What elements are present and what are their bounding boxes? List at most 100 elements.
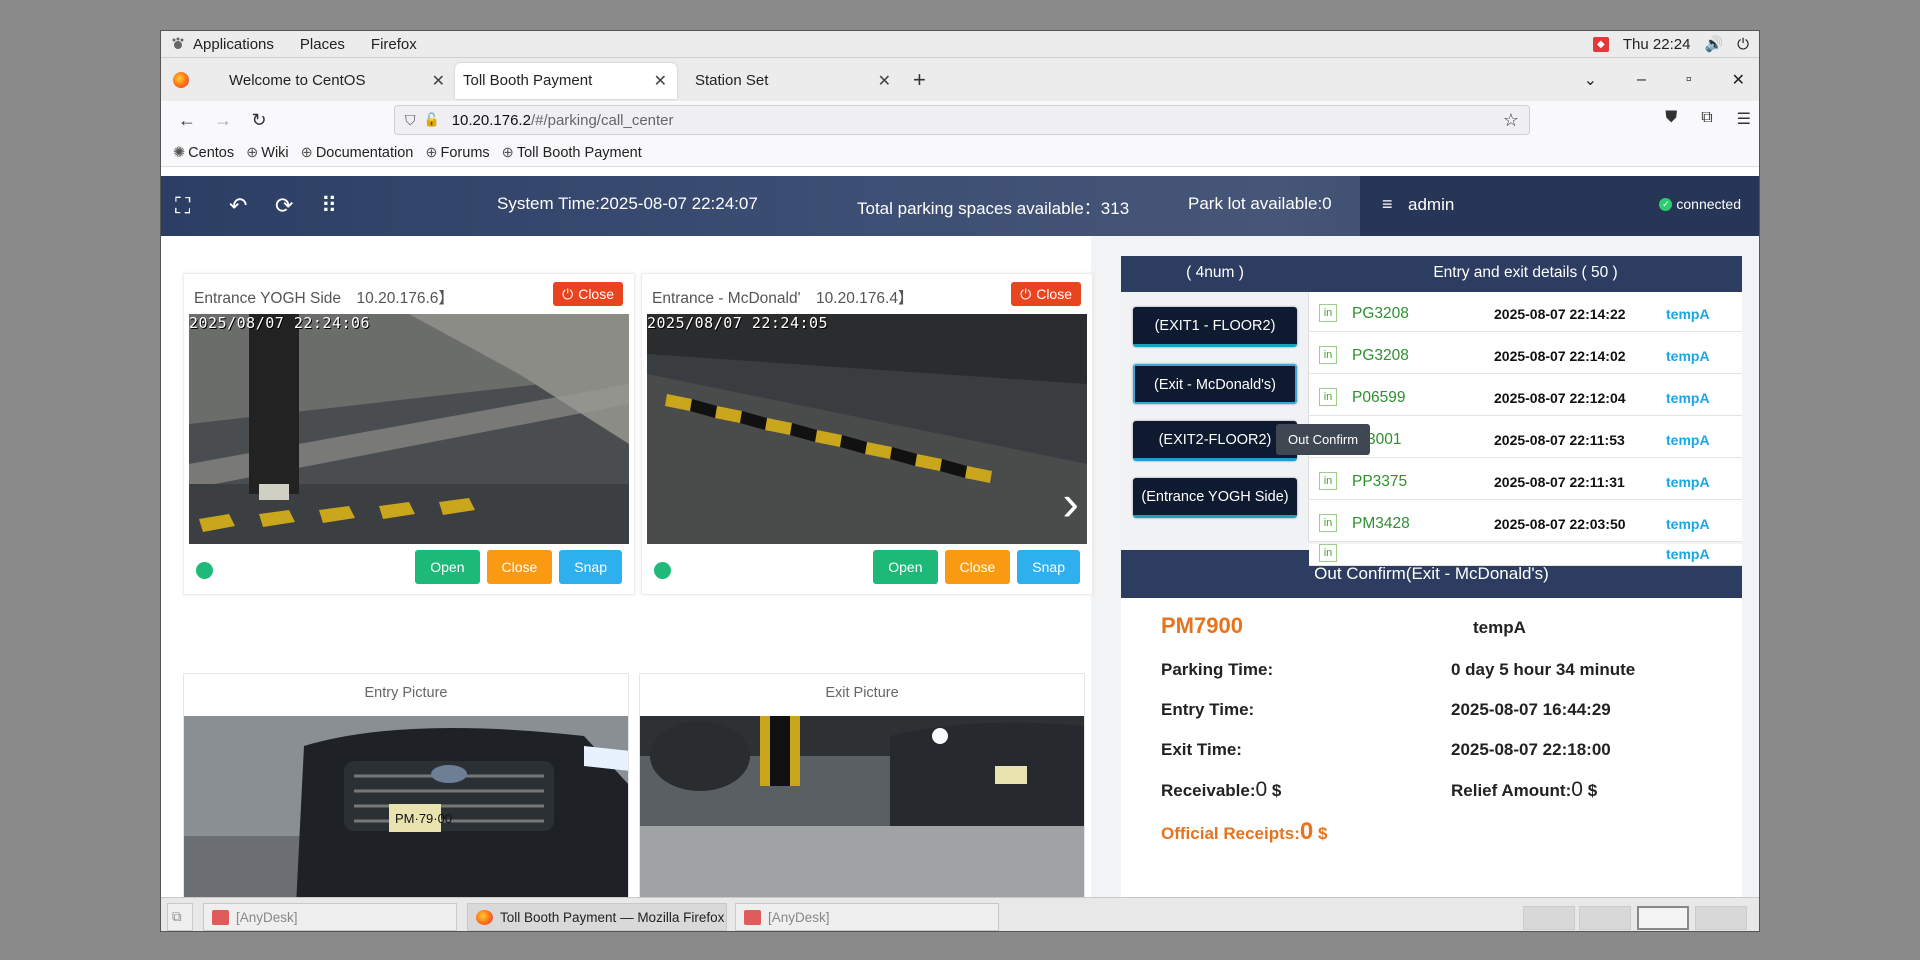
details-row[interactable]: in PG3208 2025-08-07 22:14:22 tempA xyxy=(1309,298,1742,332)
user-menu[interactable]: ≡ admin ✓ connected xyxy=(1360,176,1759,236)
close-window-icon[interactable]: ✕ xyxy=(1732,70,1745,90)
channel-exit1-floor2[interactable]: (EXIT1 - FLOOR2) xyxy=(1133,307,1297,347)
bookmark-centos[interactable]: ✺ Centos xyxy=(173,145,234,161)
details-row-partial[interactable]: in tempA xyxy=(1309,544,1742,566)
check-icon: ✓ xyxy=(1659,197,1673,211)
channel-exit2-floor2[interactable]: (EXIT2-FLOOR2) xyxy=(1133,421,1297,461)
applications-label: Applications xyxy=(193,35,274,53)
undo-icon[interactable]: ↶ xyxy=(229,193,247,219)
url-bar[interactable]: ⛉ 🔓 10.20.176.2/#/parking/call_center ☆ xyxy=(394,105,1530,135)
globe-icon: ⊕ xyxy=(501,144,514,161)
tab-welcome-centos[interactable]: Welcome to CentOS ✕ xyxy=(203,63,455,99)
insecure-lock-icon[interactable]: 🔓 xyxy=(424,112,440,128)
workspace-1[interactable] xyxy=(1523,906,1575,930)
camera-card-yogh: Entrance YOGH Side 10.20.176.6】 ⏻Close xyxy=(183,273,635,595)
clock[interactable]: Thu 22:24 xyxy=(1623,36,1691,53)
minimize-icon[interactable]: – xyxy=(1637,71,1646,89)
bookmark-label: Wiki xyxy=(261,144,289,161)
close-tab-icon[interactable]: ✕ xyxy=(654,71,667,91)
bookmark-forums[interactable]: ⊕ Forums xyxy=(425,145,489,161)
details-row[interactable]: in PG3208 2025-08-07 22:14:02 tempA xyxy=(1309,340,1742,374)
exit-picture-card: Exit Picture xyxy=(639,673,1085,931)
firefox-view-icon[interactable] xyxy=(173,71,189,88)
bookmark-documentation[interactable]: ⊕ Documentation xyxy=(301,145,414,161)
menu-icon[interactable]: ☰ xyxy=(1737,109,1751,129)
total-parking-spaces: Total parking spaces available：313 xyxy=(857,199,1130,218)
new-tab-icon[interactable]: + xyxy=(913,67,926,93)
browser-window: Applications Places Firefox ◆ Thu 22:24 … xyxy=(160,30,1760,932)
park-lot-available: Park lot available:0 xyxy=(1188,194,1332,213)
reload-icon[interactable]: ↻ xyxy=(241,110,277,131)
workspace-4[interactable] xyxy=(1695,906,1747,930)
snap-button[interactable]: Snap xyxy=(1017,550,1080,584)
plate-number: PG3208 xyxy=(1352,305,1409,322)
workspace-2[interactable] xyxy=(1579,906,1631,930)
bookmark-wiki[interactable]: ⊕ Wiki xyxy=(246,145,289,161)
back-icon[interactable]: ← xyxy=(169,110,205,131)
operator: tempA xyxy=(1666,390,1710,406)
tab-title: Toll Booth Payment xyxy=(463,72,593,89)
tracking-shield-icon[interactable]: ⛉ xyxy=(405,112,416,129)
tab-station-set[interactable]: Station Set ✕ xyxy=(677,63,901,99)
bookmark-toll-booth[interactable]: ⊕ Toll Booth Payment xyxy=(502,145,642,161)
camera-online-indicator xyxy=(654,562,671,579)
anydesk-tray-icon[interactable]: ◆ xyxy=(1592,36,1609,52)
operator: tempA xyxy=(1666,432,1710,448)
power-icon[interactable]: ⏻ xyxy=(1737,36,1749,53)
gnome-foot-icon xyxy=(172,37,184,49)
applications-menu[interactable]: Applications xyxy=(161,31,287,58)
details-row[interactable]: in PM3428 2025-08-07 22:03:50 tempA xyxy=(1309,508,1742,542)
open-gate-button[interactable]: Open xyxy=(415,550,480,584)
close-gate-button[interactable]: Close xyxy=(944,550,1011,584)
open-gate-button[interactable]: Open xyxy=(873,550,938,584)
maximize-icon[interactable]: ▫ xyxy=(1686,71,1692,89)
tab-title: Welcome to CentOS xyxy=(229,72,366,89)
workspace-3[interactable] xyxy=(1637,906,1689,930)
camera-close-button[interactable]: ⏻ Close xyxy=(553,282,623,306)
fullscreen-icon[interactable]: ⛶ xyxy=(175,193,190,219)
places-menu[interactable]: Places xyxy=(287,31,358,58)
details-row[interactable]: in 3001 2025-08-07 22:11:53 tempA xyxy=(1309,424,1742,458)
close-gate-button[interactable]: Close xyxy=(486,550,553,584)
taskbar: ⧉ [AnyDesk] Toll Booth Payment — Mozilla… xyxy=(161,897,1759,931)
volume-icon[interactable]: 🔊 xyxy=(1704,35,1723,53)
entry-time-value: 2025-08-07 16:44:29 xyxy=(1451,700,1611,719)
channel-entrance-yogh[interactable]: (Entrance YOGH Side) xyxy=(1133,478,1297,518)
camera-feed-mcdonalds[interactable]: 2025/08/07 22:24:05 › xyxy=(647,314,1087,544)
close-tab-icon[interactable]: ✕ xyxy=(432,71,445,91)
pocket-icon[interactable]: ⛊ xyxy=(1665,109,1677,129)
firefox-menu[interactable]: Firefox xyxy=(358,31,430,58)
taskbar-item-anydesk-1[interactable]: [AnyDesk] xyxy=(203,903,457,931)
extensions-icon[interactable]: ⧉ xyxy=(1701,109,1712,129)
camera-close-button[interactable]: ⏻ Close xyxy=(1011,282,1081,306)
refresh-icon[interactable]: ⟳ xyxy=(275,193,293,219)
globe-icon: ⊕ xyxy=(425,144,438,161)
plate-number: P06599 xyxy=(1352,389,1406,406)
camera-card-mcdonalds: Entrance - McDonald' 10.20.176.4】 ⏻ Close xyxy=(641,273,1093,595)
close-label: Close xyxy=(578,286,614,302)
tab-toll-booth-payment[interactable]: Toll Booth Payment ✕ xyxy=(455,62,677,99)
list-tabs-chevron-icon[interactable]: ⌄ xyxy=(1584,70,1597,90)
anydesk-icon xyxy=(212,909,229,925)
next-arrow-icon[interactable]: › xyxy=(1062,474,1079,532)
apps-grid-icon[interactable]: ⠿ xyxy=(321,193,337,219)
show-desktop-button[interactable]: ⧉ xyxy=(167,903,193,931)
taskbar-item-firefox[interactable]: Toll Booth Payment — Mozilla Firefox xyxy=(467,903,727,931)
direction-badge: in xyxy=(1319,346,1337,364)
receivable: Receivable:0 $ xyxy=(1161,778,1281,802)
hamburger-icon[interactable]: ≡ xyxy=(1382,194,1393,215)
direction-badge: in xyxy=(1319,304,1337,322)
details-row[interactable]: in P06599 2025-08-07 22:12:04 tempA xyxy=(1309,382,1742,416)
channel-exit-mcdonalds[interactable]: (Exit - McDonald's) xyxy=(1133,364,1297,404)
operator: tempA xyxy=(1666,348,1710,364)
relief-label: Relief Amount: xyxy=(1451,781,1572,800)
snap-button[interactable]: Snap xyxy=(559,550,622,584)
channel-list: (EXIT1 - FLOOR2) (Exit - McDonald's) (EX… xyxy=(1121,292,1309,542)
bookmark-star-icon[interactable]: ☆ xyxy=(1503,110,1519,131)
details-row[interactable]: in PP3375 2025-08-07 22:11:31 tempA xyxy=(1309,466,1742,500)
forward-icon[interactable]: → xyxy=(205,110,241,131)
taskbar-item-anydesk-2[interactable]: [AnyDesk] xyxy=(735,903,999,931)
entry-picture-title: Entry Picture xyxy=(364,685,448,701)
camera-feed-yogh[interactable]: 2025/08/07 22:24:06 xyxy=(189,314,629,544)
close-tab-icon[interactable]: ✕ xyxy=(878,71,891,91)
